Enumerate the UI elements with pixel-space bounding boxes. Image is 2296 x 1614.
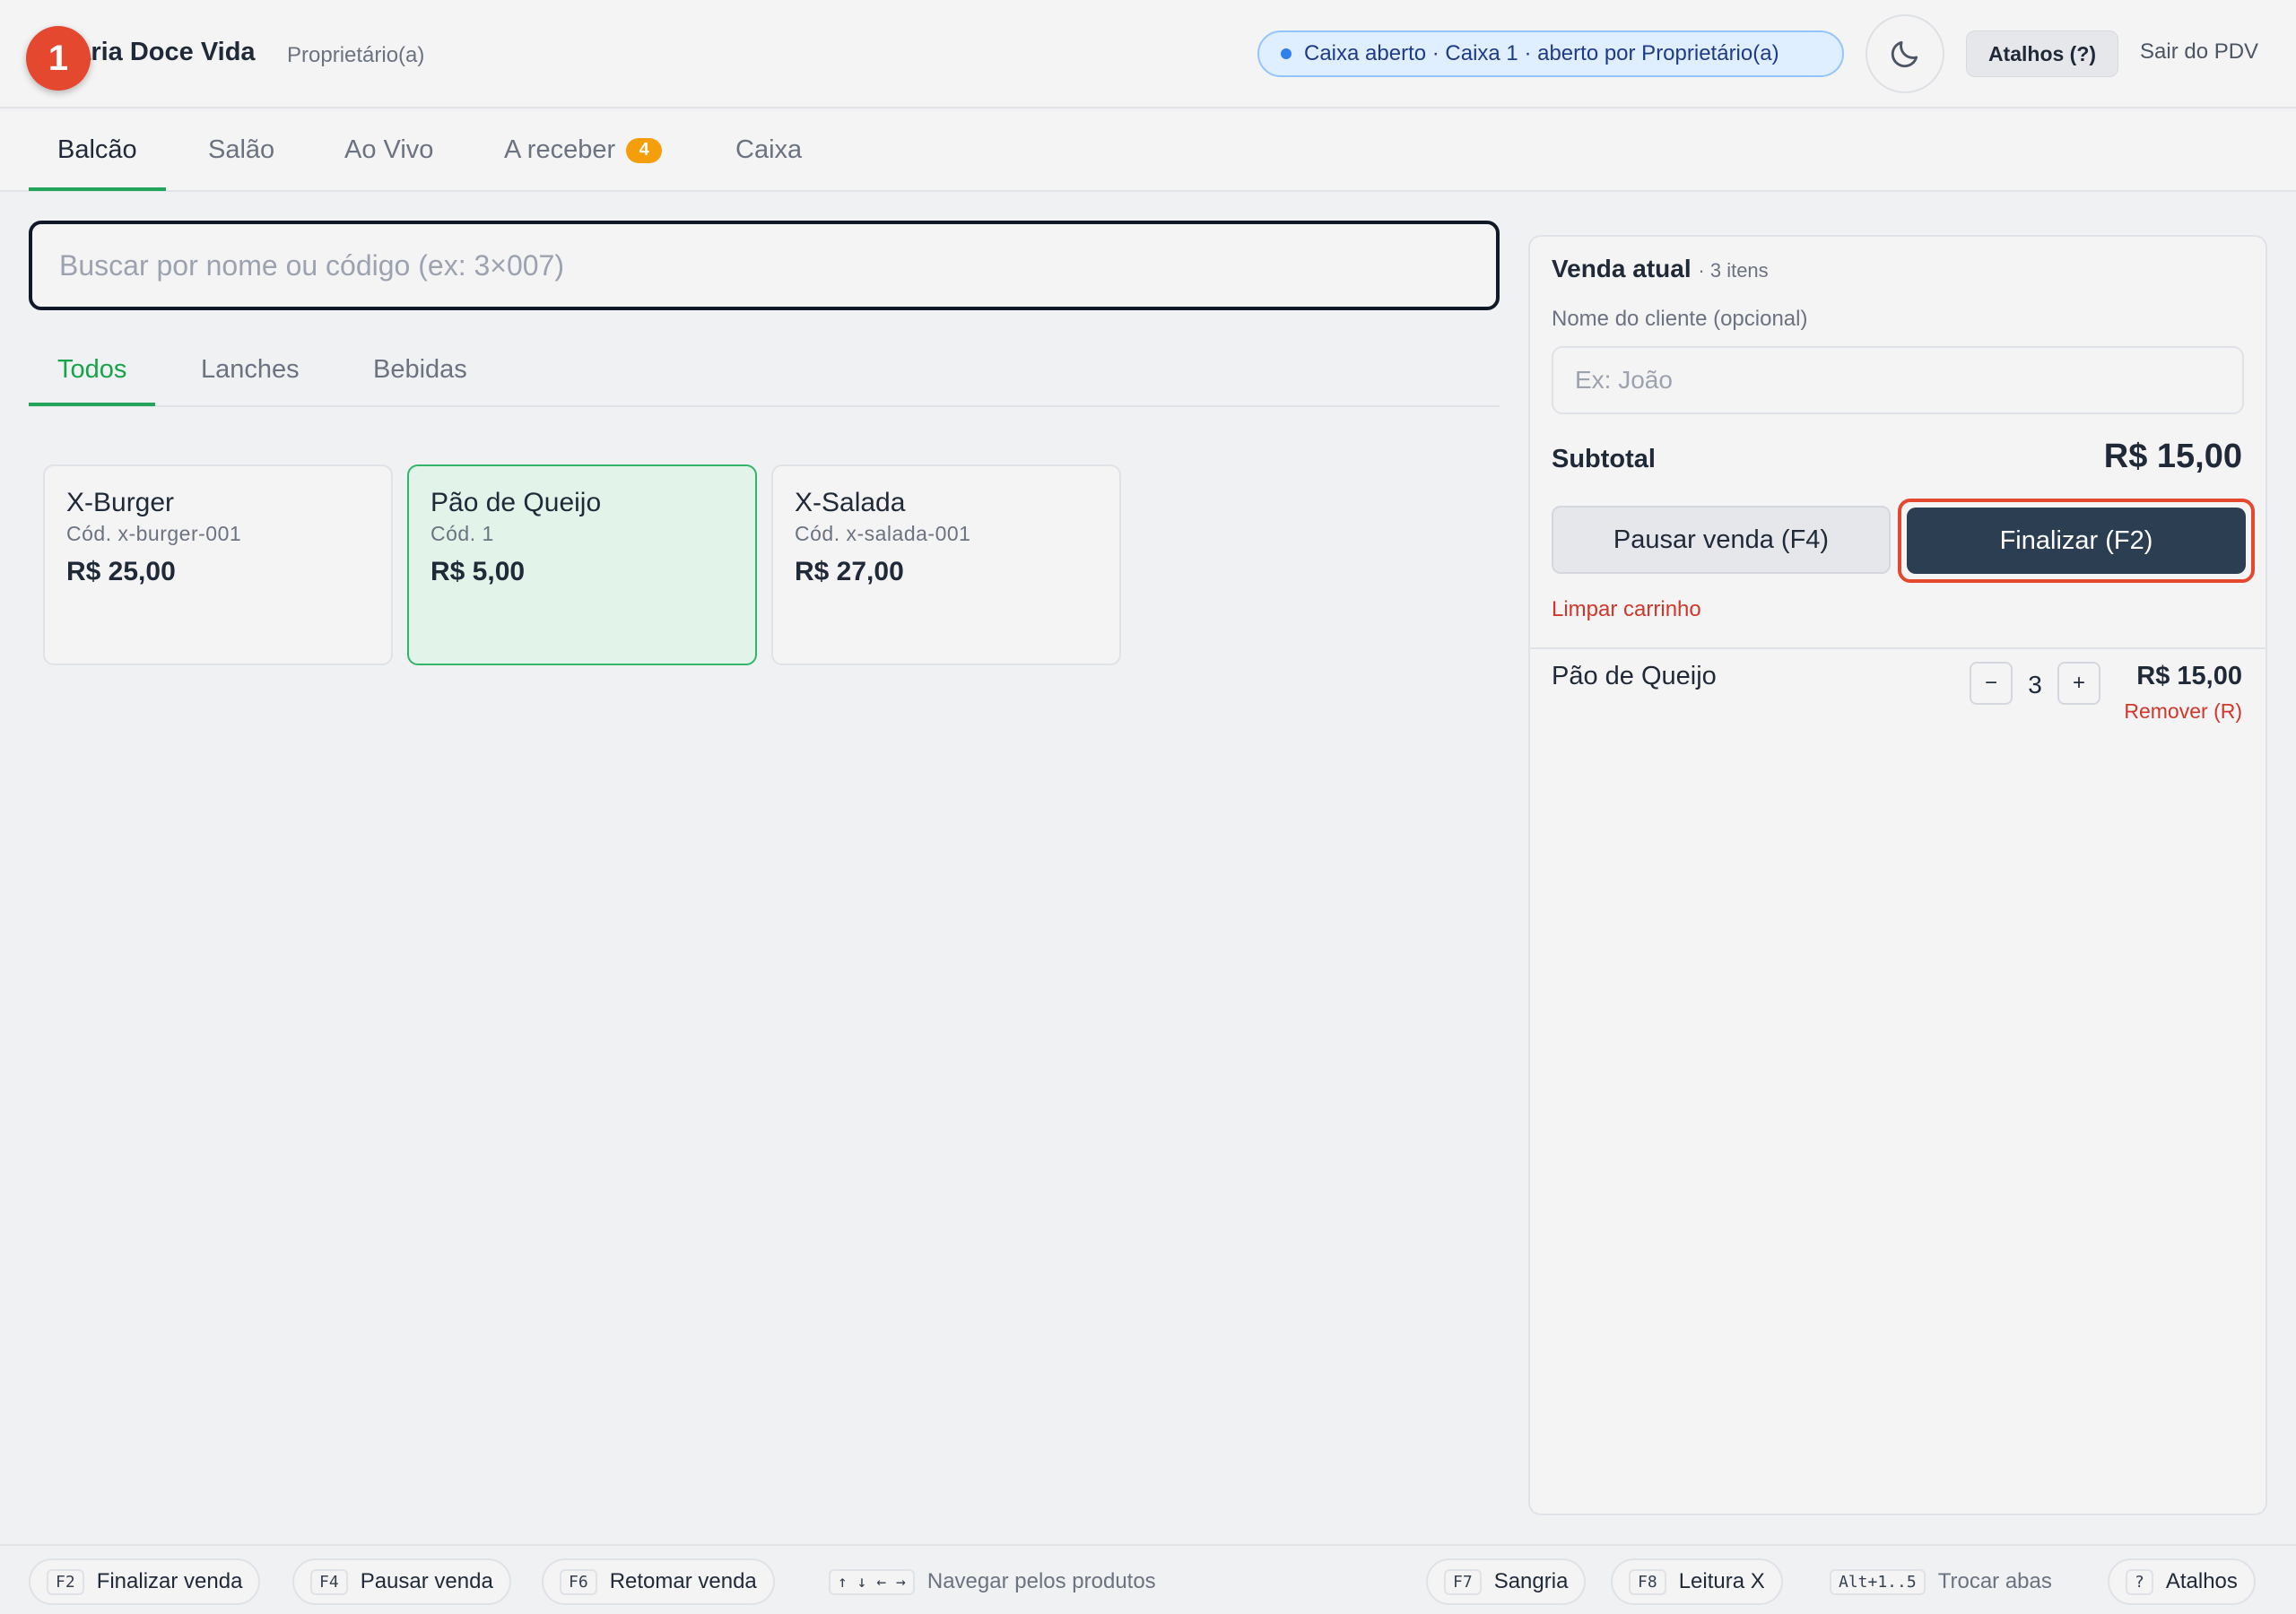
- sale-title: Venda atual · 3 itens: [1552, 255, 1769, 283]
- shortcut-label: Atalhos: [2165, 1569, 2238, 1593]
- user-role: Proprietário(a): [287, 43, 425, 67]
- status-dot-icon: [1281, 48, 1292, 59]
- clear-cart-link[interactable]: Limpar carrinho: [1552, 597, 1701, 622]
- tab-label: Ao Vivo: [344, 135, 434, 164]
- remove-item-link[interactable]: Remover (R): [2124, 699, 2242, 724]
- shortcut-label: Trocar abas: [1937, 1569, 2052, 1593]
- product-name: X-Salada: [795, 488, 906, 517]
- shortcut-label: Pausar venda: [360, 1569, 493, 1593]
- shortcut-read-x[interactable]: F8 Leitura X: [1611, 1558, 1783, 1605]
- product-card-selected[interactable]: Pão de Queijo Cód. 1 R$ 5,00: [407, 464, 757, 665]
- product-price: R$ 25,00: [66, 557, 176, 586]
- tab-caixa[interactable]: Caixa: [735, 110, 802, 190]
- cash-register-status-badge: Caixa aberto · Caixa 1 · aberto por Prop…: [1257, 30, 1844, 77]
- subtotal-value: R$ 15,00: [2103, 438, 2242, 475]
- category-tab-bebidas[interactable]: Bebidas: [373, 334, 467, 405]
- shortcut-label: Leitura X: [1678, 1569, 1765, 1593]
- main-tabs: Balcão Salão Ao Vivo A receber 4 Caixa: [0, 110, 2296, 192]
- product-code: Cód. x-burger-001: [66, 522, 242, 545]
- finalize-sale-button[interactable]: Finalizar (F2): [1907, 508, 2246, 574]
- shortcut-key: F6: [560, 1568, 597, 1595]
- shortcut-label: Sangria: [1493, 1569, 1569, 1593]
- customer-name-label: Nome do cliente (opcional): [1552, 307, 1808, 331]
- shortcut-switch-tabs: Alt+1..5 Trocar abas: [1812, 1558, 2070, 1605]
- top-header: Padaria Doce Vida Proprietário(a) 1 Caix…: [0, 0, 2296, 108]
- shortcut-sangria[interactable]: F7 Sangria: [1426, 1558, 1587, 1605]
- shortcut-key: F7: [1444, 1568, 1482, 1595]
- shortcut-resume-sale[interactable]: F6 Retomar venda: [542, 1558, 775, 1605]
- sale-item-count: · 3 itens: [1698, 259, 1769, 282]
- pause-sale-button[interactable]: Pausar venda (F4): [1552, 506, 1891, 574]
- product-price: R$ 27,00: [795, 557, 904, 586]
- tab-balcao[interactable]: Balcão: [29, 110, 166, 191]
- cash-register-status-text: Caixa aberto · Caixa 1 · aberto por Prop…: [1304, 41, 1779, 65]
- shortcut-key: ?: [2126, 1568, 2153, 1595]
- decrease-quantity-button[interactable]: −: [1970, 662, 2013, 705]
- shortcut-key: ↑ ↓ ← →: [829, 1568, 915, 1595]
- tab-label: A receber: [504, 135, 616, 164]
- customer-name-input[interactable]: [1552, 346, 2244, 414]
- tab-label: Balcão: [57, 135, 137, 164]
- increase-quantity-button[interactable]: +: [2057, 662, 2100, 705]
- pending-count-badge: 4: [626, 137, 663, 163]
- cart-item-name: Pão de Queijo: [1552, 662, 1717, 690]
- product-code: Cód. 1: [430, 522, 494, 545]
- category-tab-label: Bebidas: [373, 354, 467, 384]
- exit-pos-link[interactable]: Sair do PDV: [2140, 39, 2258, 65]
- theme-toggle-button[interactable]: [1866, 14, 1944, 93]
- category-tabs: Todos Lanches Bebidas: [28, 334, 1500, 407]
- shortcut-key: F4: [310, 1568, 348, 1595]
- product-name: X-Burger: [66, 488, 175, 517]
- category-tab-lanches[interactable]: Lanches: [201, 334, 300, 405]
- divider: [1530, 647, 2266, 649]
- category-tab-todos[interactable]: Todos: [28, 334, 156, 406]
- shortcut-label: Retomar venda: [609, 1569, 757, 1593]
- shortcuts-button[interactable]: Atalhos (?): [1966, 30, 2118, 77]
- shortcut-finalize-sale[interactable]: F2 Finalizar venda: [29, 1558, 261, 1605]
- shortcut-pause-sale[interactable]: F4 Pausar venda: [292, 1558, 511, 1605]
- finalize-highlight: Finalizar (F2): [1898, 499, 2255, 583]
- shortcut-label: Navegar pelos produtos: [926, 1569, 1156, 1593]
- tab-label: Salão: [208, 135, 275, 164]
- shortcut-help[interactable]: ? Atalhos: [2108, 1558, 2256, 1605]
- category-tab-label: Lanches: [201, 354, 300, 384]
- step-badge: 1: [26, 26, 91, 91]
- tab-label: Caixa: [735, 135, 803, 164]
- category-tab-label: Todos: [57, 354, 127, 384]
- tab-salao[interactable]: Salão: [208, 110, 274, 190]
- product-card[interactable]: X-Salada Cód. x-salada-001 R$ 27,00: [771, 464, 1121, 665]
- product-price: R$ 5,00: [430, 557, 526, 586]
- product-search-input[interactable]: [29, 221, 1500, 310]
- tab-a-receber[interactable]: A receber 4: [504, 110, 663, 190]
- moon-icon: [1891, 40, 1918, 68]
- shortcut-navigate-products: ↑ ↓ ← → Navegar pelos produtos: [811, 1558, 1174, 1605]
- shortcut-label: Finalizar venda: [96, 1569, 243, 1593]
- subtotal-label: Subtotal: [1552, 445, 1656, 473]
- tab-ao-vivo[interactable]: Ao Vivo: [344, 110, 433, 190]
- cart-item-quantity: 3: [2028, 671, 2042, 699]
- shortcut-key: F2: [47, 1568, 84, 1595]
- shortcut-key: Alt+1..5: [1830, 1568, 1926, 1595]
- keyboard-shortcuts-bar: F2 Finalizar venda F4 Pausar venda F6 Re…: [0, 1544, 2296, 1614]
- shortcut-key: F8: [1629, 1568, 1666, 1595]
- product-code: Cód. x-salada-001: [795, 522, 971, 545]
- product-card[interactable]: X-Burger Cód. x-burger-001 R$ 25,00: [43, 464, 393, 665]
- sale-title-text: Venda atual: [1552, 255, 1692, 282]
- current-sale-panel: Venda atual · 3 itens Nome do cliente (o…: [1528, 235, 2267, 1515]
- cart-item-price: R$ 15,00: [2136, 662, 2242, 690]
- product-name: Pão de Queijo: [430, 488, 602, 517]
